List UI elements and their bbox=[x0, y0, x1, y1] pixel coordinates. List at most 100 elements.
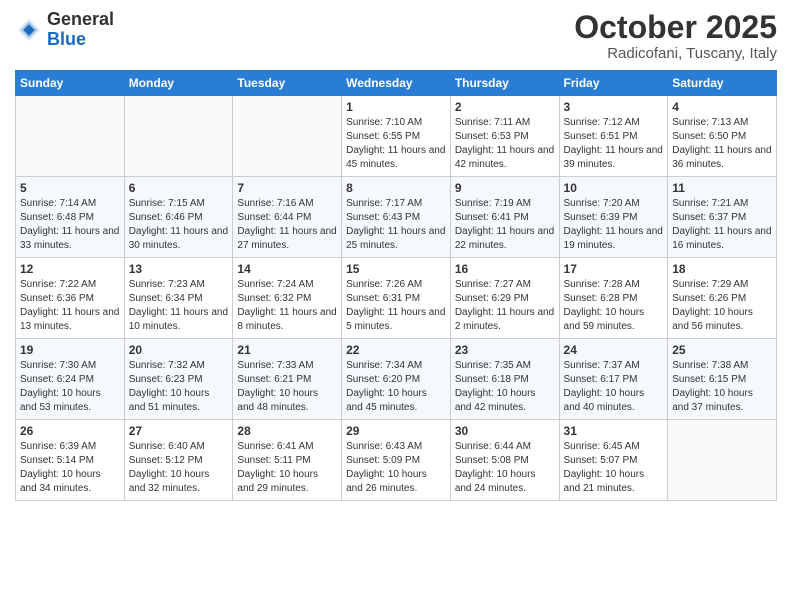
day-number: 6 bbox=[129, 181, 229, 195]
col-monday: Monday bbox=[124, 71, 233, 96]
calendar-cell: 9 Sunrise: 7:19 AMSunset: 6:41 PMDaylight… bbox=[450, 177, 559, 258]
logo-general-text: General bbox=[47, 10, 114, 30]
calendar-cell: 16 Sunrise: 7:27 AMSunset: 6:29 PMDayligh… bbox=[450, 258, 559, 339]
location-text: Radicofani, Tuscany, Italy bbox=[574, 45, 777, 62]
day-number: 16 bbox=[455, 262, 555, 276]
calendar-cell: 4Sunrise: 7:13 AMSunset: 6:50 PMDaylight… bbox=[668, 96, 777, 177]
cell-sun-info: Sunrise: 7:20 AMSunset: 6:39 PMDaylight:… bbox=[564, 197, 664, 253]
day-number: 31 bbox=[564, 424, 664, 438]
calendar-week-row: 12Sunrise: 7:22 AMSunset: 6:36 PMDayligh… bbox=[16, 258, 777, 339]
logo-icon bbox=[15, 16, 43, 44]
calendar-cell: 2 Sunrise: 7:11 AMSunset: 6:53 PMDaylight… bbox=[450, 96, 559, 177]
calendar-cell: 26 Sunrise: 6:39 AMSunset: 5:14 PMDayligh… bbox=[16, 420, 125, 501]
calendar-cell: 1Sunrise: 7:10 AMSunset: 6:55 PMDaylight… bbox=[342, 96, 451, 177]
col-thursday: Thursday bbox=[450, 71, 559, 96]
day-number: 18 bbox=[672, 262, 772, 276]
cell-sun-info: Sunrise: 7:10 AMSunset: 6:55 PMDaylight:… bbox=[346, 116, 446, 172]
col-wednesday: Wednesday bbox=[342, 71, 451, 96]
calendar-cell: 3 Sunrise: 7:12 AMSunset: 6:51 PMDaylight… bbox=[559, 96, 668, 177]
day-number: 3 bbox=[564, 100, 664, 114]
cell-sun-info: Sunrise: 7:11 AMSunset: 6:53 PMDaylight:… bbox=[455, 116, 555, 172]
calendar-table: Sunday Monday Tuesday Wednesday Thursday… bbox=[15, 70, 777, 501]
calendar-cell: 6 Sunrise: 7:15 AMSunset: 6:46 PMDaylight… bbox=[124, 177, 233, 258]
calendar-cell: 21 Sunrise: 7:33 AMSunset: 6:21 PMDayligh… bbox=[233, 339, 342, 420]
calendar-cell: 29Sunrise: 6:43 AMSunset: 5:09 PMDayligh… bbox=[342, 420, 451, 501]
calendar-cell: 13 Sunrise: 7:23 AMSunset: 6:34 PMDayligh… bbox=[124, 258, 233, 339]
day-number: 19 bbox=[20, 343, 120, 357]
calendar-cell: 10 Sunrise: 7:20 AMSunset: 6:39 PMDayligh… bbox=[559, 177, 668, 258]
calendar-cell: 5 Sunrise: 7:14 AMSunset: 6:48 PMDaylight… bbox=[16, 177, 125, 258]
day-number: 26 bbox=[20, 424, 120, 438]
cell-sun-info: Sunrise: 7:19 AMSunset: 6:41 PMDaylight:… bbox=[455, 197, 555, 253]
day-number: 25 bbox=[672, 343, 772, 357]
col-saturday: Saturday bbox=[668, 71, 777, 96]
day-number: 24 bbox=[564, 343, 664, 357]
calendar-page: General Blue October 2025 Radicofani, Tu… bbox=[0, 0, 792, 612]
calendar-cell: 28 Sunrise: 6:41 AMSunset: 5:11 PMDayligh… bbox=[233, 420, 342, 501]
cell-sun-info: Sunrise: 7:26 AMSunset: 6:31 PMDaylight:… bbox=[346, 278, 446, 334]
calendar-cell: 15 Sunrise: 7:26 AMSunset: 6:31 PMDayligh… bbox=[342, 258, 451, 339]
cell-sun-info: Sunrise: 7:33 AMSunset: 6:21 PMDaylight:… bbox=[237, 359, 337, 415]
day-number: 22 bbox=[346, 343, 446, 357]
cell-sun-info: Sunrise: 7:14 AMSunset: 6:48 PMDaylight:… bbox=[20, 197, 120, 253]
day-number: 11 bbox=[672, 181, 772, 195]
cell-sun-info: Sunrise: 7:23 AMSunset: 6:34 PMDaylight:… bbox=[129, 278, 229, 334]
calendar-cell: 20Sunrise: 7:32 AMSunset: 6:23 PMDayligh… bbox=[124, 339, 233, 420]
day-number: 15 bbox=[346, 262, 446, 276]
logo: General Blue bbox=[15, 10, 114, 50]
day-number: 14 bbox=[237, 262, 337, 276]
calendar-cell: 11Sunrise: 7:21 AMSunset: 6:37 PMDayligh… bbox=[668, 177, 777, 258]
calendar-cell: 25 Sunrise: 7:38 AMSunset: 6:15 PMDayligh… bbox=[668, 339, 777, 420]
day-number: 20 bbox=[129, 343, 229, 357]
day-number: 10 bbox=[564, 181, 664, 195]
cell-sun-info: Sunrise: 7:30 AMSunset: 6:24 PMDaylight:… bbox=[20, 359, 120, 415]
cell-sun-info: Sunrise: 6:41 AMSunset: 5:11 PMDaylight:… bbox=[237, 440, 337, 496]
cell-sun-info: Sunrise: 7:15 AMSunset: 6:46 PMDaylight:… bbox=[129, 197, 229, 253]
day-number: 17 bbox=[564, 262, 664, 276]
calendar-cell bbox=[16, 96, 125, 177]
day-number: 5 bbox=[20, 181, 120, 195]
cell-sun-info: Sunrise: 7:27 AMSunset: 6:29 PMDaylight:… bbox=[455, 278, 555, 334]
month-title: October 2025 bbox=[574, 10, 777, 45]
calendar-cell: 12Sunrise: 7:22 AMSunset: 6:36 PMDayligh… bbox=[16, 258, 125, 339]
calendar-cell: 24 Sunrise: 7:37 AMSunset: 6:17 PMDayligh… bbox=[559, 339, 668, 420]
day-number: 21 bbox=[237, 343, 337, 357]
calendar-cell: 8Sunrise: 7:17 AMSunset: 6:43 PMDaylight… bbox=[342, 177, 451, 258]
calendar-week-row: 19 Sunrise: 7:30 AMSunset: 6:24 PMDayligh… bbox=[16, 339, 777, 420]
calendar-cell: 23 Sunrise: 7:35 AMSunset: 6:18 PMDayligh… bbox=[450, 339, 559, 420]
col-sunday: Sunday bbox=[16, 71, 125, 96]
cell-sun-info: Sunrise: 6:45 AMSunset: 5:07 PMDaylight:… bbox=[564, 440, 664, 496]
calendar-cell: 30 Sunrise: 6:44 AMSunset: 5:08 PMDayligh… bbox=[450, 420, 559, 501]
day-number: 30 bbox=[455, 424, 555, 438]
calendar-cell: 31 Sunrise: 6:45 AMSunset: 5:07 PMDayligh… bbox=[559, 420, 668, 501]
cell-sun-info: Sunrise: 7:17 AMSunset: 6:43 PMDaylight:… bbox=[346, 197, 446, 253]
day-number: 23 bbox=[455, 343, 555, 357]
cell-sun-info: Sunrise: 7:38 AMSunset: 6:15 PMDaylight:… bbox=[672, 359, 772, 415]
cell-sun-info: Sunrise: 7:37 AMSunset: 6:17 PMDaylight:… bbox=[564, 359, 664, 415]
day-number: 9 bbox=[455, 181, 555, 195]
title-block: October 2025 Radicofani, Tuscany, Italy bbox=[574, 10, 777, 62]
calendar-header-row: Sunday Monday Tuesday Wednesday Thursday… bbox=[16, 71, 777, 96]
cell-sun-info: Sunrise: 6:40 AMSunset: 5:12 PMDaylight:… bbox=[129, 440, 229, 496]
calendar-week-row: 1Sunrise: 7:10 AMSunset: 6:55 PMDaylight… bbox=[16, 96, 777, 177]
cell-sun-info: Sunrise: 7:16 AMSunset: 6:44 PMDaylight:… bbox=[237, 197, 337, 253]
cell-sun-info: Sunrise: 6:39 AMSunset: 5:14 PMDaylight:… bbox=[20, 440, 120, 496]
cell-sun-info: Sunrise: 7:29 AMSunset: 6:26 PMDaylight:… bbox=[672, 278, 772, 334]
cell-sun-info: Sunrise: 7:12 AMSunset: 6:51 PMDaylight:… bbox=[564, 116, 664, 172]
calendar-cell: 22Sunrise: 7:34 AMSunset: 6:20 PMDayligh… bbox=[342, 339, 451, 420]
calendar-cell: 27Sunrise: 6:40 AMSunset: 5:12 PMDayligh… bbox=[124, 420, 233, 501]
calendar-cell: 18 Sunrise: 7:29 AMSunset: 6:26 PMDayligh… bbox=[668, 258, 777, 339]
cell-sun-info: Sunrise: 7:35 AMSunset: 6:18 PMDaylight:… bbox=[455, 359, 555, 415]
day-number: 7 bbox=[237, 181, 337, 195]
day-number: 2 bbox=[455, 100, 555, 114]
calendar-cell: 17Sunrise: 7:28 AMSunset: 6:28 PMDayligh… bbox=[559, 258, 668, 339]
cell-sun-info: Sunrise: 6:44 AMSunset: 5:08 PMDaylight:… bbox=[455, 440, 555, 496]
cell-sun-info: Sunrise: 7:22 AMSunset: 6:36 PMDaylight:… bbox=[20, 278, 120, 334]
calendar-cell: 7 Sunrise: 7:16 AMSunset: 6:44 PMDaylight… bbox=[233, 177, 342, 258]
day-number: 13 bbox=[129, 262, 229, 276]
calendar-cell bbox=[233, 96, 342, 177]
col-friday: Friday bbox=[559, 71, 668, 96]
day-number: 28 bbox=[237, 424, 337, 438]
calendar-cell: 19 Sunrise: 7:30 AMSunset: 6:24 PMDayligh… bbox=[16, 339, 125, 420]
header: General Blue October 2025 Radicofani, Tu… bbox=[15, 10, 777, 62]
